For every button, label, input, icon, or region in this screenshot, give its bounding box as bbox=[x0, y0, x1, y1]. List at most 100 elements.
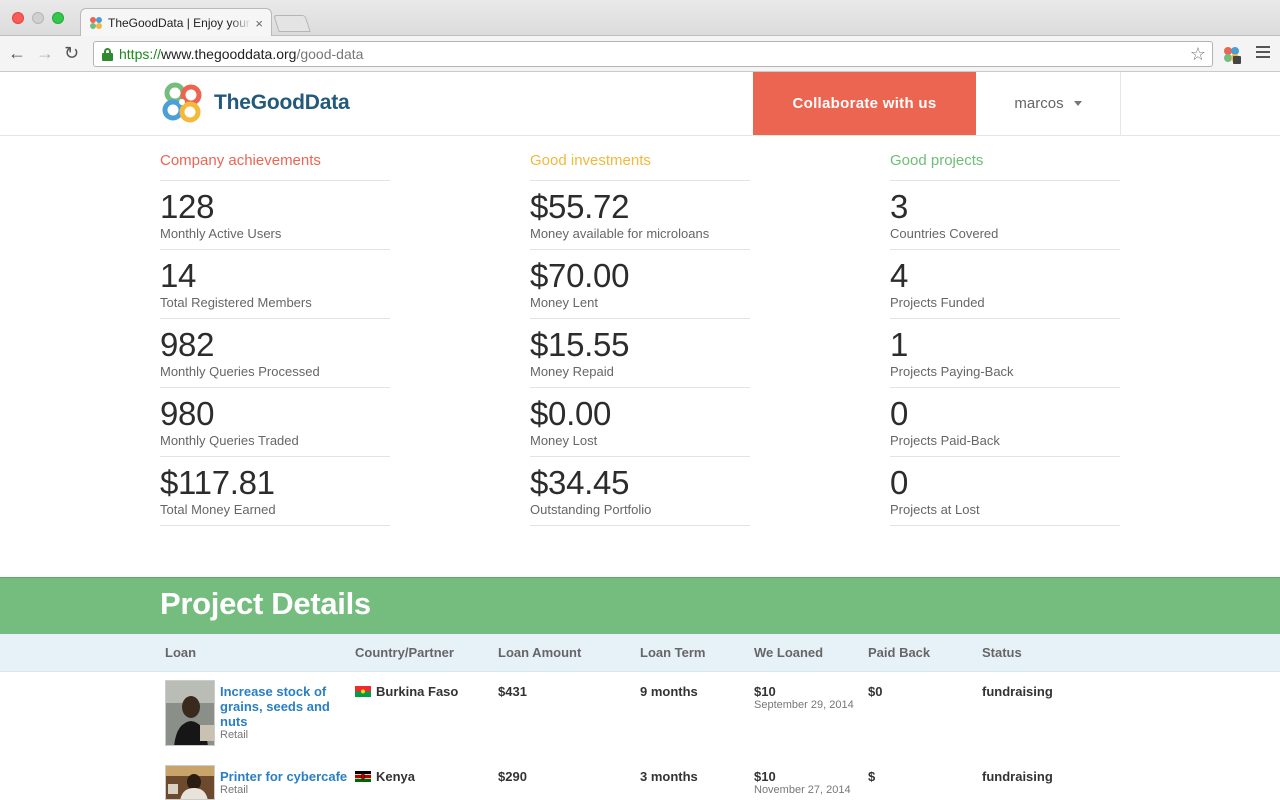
window-close-button[interactable] bbox=[12, 12, 24, 24]
url-scheme: https:// bbox=[119, 46, 162, 62]
good-investments-heading: Good investments bbox=[530, 148, 750, 181]
stat-value: 14 bbox=[160, 257, 197, 294]
column-header-loan: Loan bbox=[165, 645, 197, 660]
kenya-flag-icon bbox=[355, 771, 371, 782]
stat-value: $55.72 bbox=[530, 188, 630, 225]
back-arrow-icon[interactable]: ← bbox=[8, 43, 26, 63]
stat-value: 0 bbox=[890, 395, 909, 432]
stat-label: Projects Funded bbox=[890, 295, 985, 310]
project-details-banner: Project Details bbox=[0, 577, 1280, 634]
stat-label: Projects at Lost bbox=[890, 502, 980, 517]
stat-item: 1 Projects Paying-Back bbox=[890, 319, 1120, 388]
window-maximize-button[interactable] bbox=[52, 12, 64, 24]
stat-item: 14 Total Registered Members bbox=[160, 250, 390, 319]
extension-icon[interactable] bbox=[1222, 45, 1242, 65]
loan-thumbnail[interactable] bbox=[165, 680, 215, 746]
stat-value: 982 bbox=[160, 326, 215, 363]
stat-value: 3 bbox=[890, 188, 909, 225]
reload-icon[interactable]: ↻ bbox=[64, 43, 79, 63]
browser-menu-icon[interactable] bbox=[1256, 45, 1270, 59]
site-logo[interactable]: TheGoodData bbox=[160, 80, 350, 126]
column-header-term: Loan Term bbox=[640, 645, 706, 660]
thegooddata-favicon-icon bbox=[90, 17, 102, 29]
user-menu[interactable]: marcos bbox=[976, 72, 1121, 135]
stat-item: 0 Projects at Lost bbox=[890, 457, 1120, 526]
stat-item: $117.81 Total Money Earned bbox=[160, 457, 390, 526]
browser-tabbar: TheGoodData | Enjoy your data × bbox=[0, 0, 1280, 37]
loan-status: fundraising bbox=[982, 769, 1053, 784]
stat-label: Monthly Queries Processed bbox=[160, 364, 320, 379]
stat-value: $0.00 bbox=[530, 395, 612, 432]
loan-term: 9 months bbox=[640, 684, 698, 699]
stat-label: Total Money Earned bbox=[160, 502, 276, 517]
loan-status: fundraising bbox=[982, 684, 1053, 699]
bookmark-star-icon[interactable]: ☆ bbox=[1190, 44, 1206, 65]
stat-value: $117.81 bbox=[160, 464, 275, 501]
stat-item: $55.72 Money available for microloans bbox=[530, 181, 750, 250]
url-host: www.thegooddata.org bbox=[161, 46, 297, 62]
borrower-photo-icon bbox=[166, 766, 214, 799]
good-investments-column: Good investments $55.72 Money available f… bbox=[530, 148, 750, 526]
stat-label: Monthly Queries Traded bbox=[160, 433, 299, 448]
stat-value: 4 bbox=[890, 257, 909, 294]
project-details-title: Project Details bbox=[160, 586, 371, 621]
column-header-we-loaned: We Loaned bbox=[754, 645, 824, 660]
column-header-paid-back: Paid Back bbox=[868, 645, 931, 660]
company-achievements-column: Company achievements 128 Monthly Active U… bbox=[160, 148, 390, 526]
burkina-faso-flag-icon bbox=[355, 686, 371, 697]
stat-value: $70.00 bbox=[530, 257, 630, 294]
stat-value: $15.55 bbox=[530, 326, 630, 363]
lock-icon bbox=[102, 47, 113, 61]
column-header-country: Country/Partner bbox=[355, 645, 454, 660]
stat-item: 128 Monthly Active Users bbox=[160, 181, 390, 250]
address-bar[interactable]: https://www.thegooddata.org/good-data ☆ bbox=[93, 41, 1213, 67]
loan-thumbnail[interactable] bbox=[165, 765, 215, 800]
stat-value: $34.45 bbox=[530, 464, 630, 501]
loan-sector: Retail bbox=[220, 784, 249, 796]
url-path: /good-data bbox=[296, 46, 364, 62]
stat-label: Countries Covered bbox=[890, 226, 999, 241]
loan-country: Burkina Faso bbox=[355, 684, 458, 699]
loan-country: Kenya bbox=[355, 769, 415, 784]
user-name: marcos bbox=[1014, 95, 1064, 112]
new-tab-button[interactable] bbox=[273, 15, 311, 32]
good-projects-column: Good projects 3 Countries Covered 4 Projec… bbox=[890, 148, 1120, 526]
stat-item: 982 Monthly Queries Processed bbox=[160, 319, 390, 388]
loan-country-name: Burkina Faso bbox=[376, 684, 459, 699]
forward-arrow-icon[interactable]: → bbox=[36, 43, 54, 63]
stat-item: $0.00 Money Lost bbox=[530, 388, 750, 457]
thegooddata-logo-icon bbox=[162, 82, 202, 123]
stat-label: Money available for microloans bbox=[530, 226, 710, 241]
stat-item: $15.55 Money Repaid bbox=[530, 319, 750, 388]
tab-close-icon[interactable]: × bbox=[255, 17, 263, 30]
stat-item: $70.00 Money Lent bbox=[530, 250, 750, 319]
browser-tab-active[interactable]: TheGoodData | Enjoy your data × bbox=[80, 8, 272, 37]
loan-title-link[interactable]: Increase stock of grains, seeds and nuts bbox=[220, 684, 350, 729]
stat-item: 980 Monthly Queries Traded bbox=[160, 388, 390, 457]
paid-back: $ bbox=[868, 769, 876, 784]
stat-value: 128 bbox=[160, 188, 215, 225]
loan-country-name: Kenya bbox=[376, 769, 416, 784]
stat-value: 0 bbox=[890, 464, 909, 501]
loan-term: 3 months bbox=[640, 769, 698, 784]
collaborate-button[interactable]: Collaborate with us bbox=[753, 72, 976, 135]
stat-value: 1 bbox=[890, 326, 909, 363]
window-minimize-button[interactable] bbox=[32, 12, 44, 24]
company-achievements-heading: Company achievements bbox=[160, 148, 390, 181]
loan-sector: Retail bbox=[220, 729, 249, 741]
stat-item: 4 Projects Funded bbox=[890, 250, 1120, 319]
stat-label: Projects Paid-Back bbox=[890, 433, 1000, 448]
loan-title-link[interactable]: Printer for cybercafe bbox=[220, 769, 360, 784]
stat-label: Money Repaid bbox=[530, 364, 614, 379]
stat-label: Money Lent bbox=[530, 295, 598, 310]
good-projects-heading: Good projects bbox=[890, 148, 1120, 181]
stat-value: 980 bbox=[160, 395, 215, 432]
stat-label: Total Registered Members bbox=[160, 295, 312, 310]
stat-label: Outstanding Portfolio bbox=[530, 502, 652, 517]
stat-item: $34.45 Outstanding Portfolio bbox=[530, 457, 750, 526]
stat-item: 3 Countries Covered bbox=[890, 181, 1120, 250]
stat-label: Projects Paying-Back bbox=[890, 364, 1014, 379]
loan-amount: $431 bbox=[498, 684, 527, 699]
stat-item: 0 Projects Paid-Back bbox=[890, 388, 1120, 457]
we-loaned: $10 bbox=[754, 684, 776, 699]
